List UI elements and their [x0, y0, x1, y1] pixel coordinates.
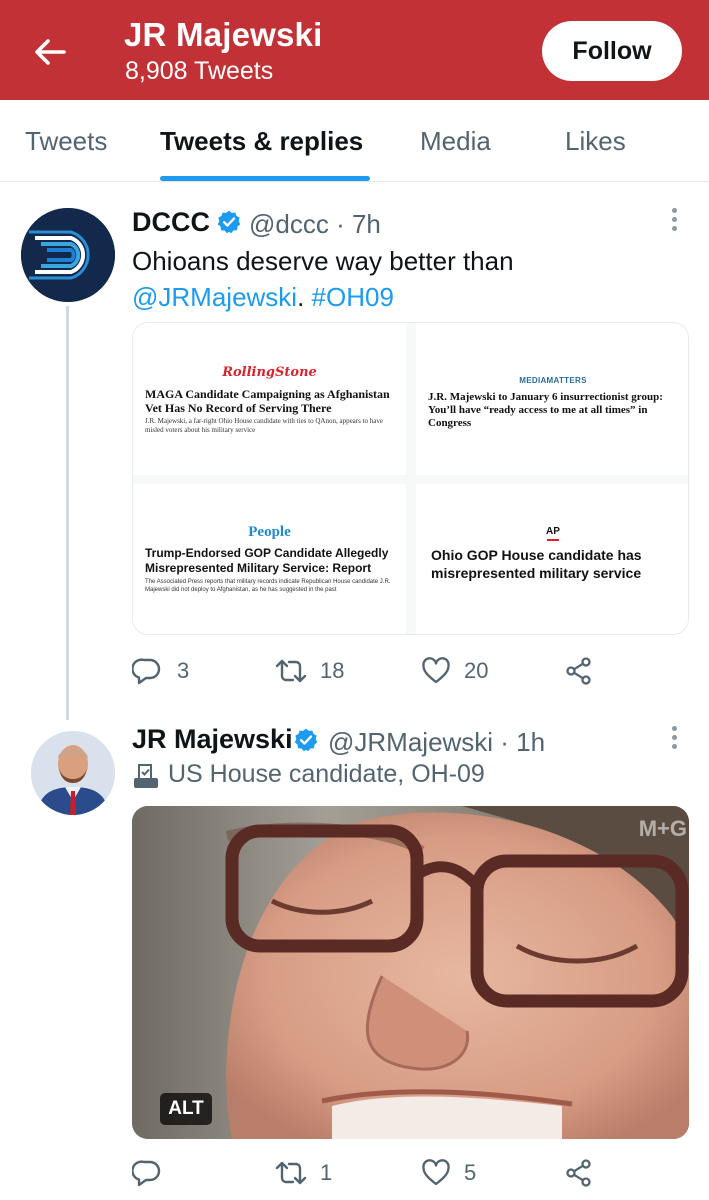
tweet-media-gif[interactable]: M+G ALT — [132, 806, 689, 1139]
alt-text-badge[interactable]: ALT — [160, 1093, 212, 1125]
tweet-actions: 1 5 — [132, 1154, 602, 1194]
active-tab-indicator — [160, 176, 370, 181]
heart-icon — [422, 657, 450, 684]
card-subhead: The Associated Press reports that milita… — [145, 579, 391, 593]
retweet-count: 18 — [320, 658, 345, 683]
author-name[interactable]: DCCC — [132, 207, 210, 238]
thread-connector-line — [66, 306, 69, 720]
share-icon — [566, 657, 591, 685]
card-headline: Trump-Endorsed GOP Candidate Allegedly M… — [145, 546, 389, 575]
profile-header: JR Majewski 8,908 Tweets Follow — [0, 0, 709, 100]
share-icon — [566, 1159, 591, 1187]
reply-icon — [132, 658, 161, 685]
author-handle-time[interactable]: @JRMajewski · 1h — [328, 727, 545, 758]
image-grid: RollingStone MAGA Candidate Campaigning … — [132, 322, 689, 635]
reply-count: 3 — [177, 658, 190, 683]
retweet-button[interactable]: 18 — [274, 652, 354, 692]
ballot-box-icon — [134, 764, 158, 788]
reply-button[interactable] — [132, 1154, 202, 1194]
image-rolling-stone[interactable]: RollingStone MAGA Candidate Campaigning … — [133, 323, 406, 475]
mention-link[interactable]: @JRMajewski — [132, 282, 297, 312]
back-arrow-icon[interactable] — [28, 30, 72, 74]
tweet-count: 8,908 Tweets — [125, 57, 274, 85]
publication-logo: MEDIAMATTERS — [519, 376, 587, 385]
more-options-icon[interactable] — [664, 724, 684, 754]
publication-logo: People — [248, 524, 291, 540]
publication-logo: AP — [546, 526, 560, 537]
image-people[interactable]: People Trump-Endorsed GOP Candidate Alle… — [133, 484, 406, 634]
like-count: 5 — [464, 1160, 477, 1185]
retweet-icon — [275, 1161, 307, 1185]
profile-tabs: Tweets Tweets & replies Media Likes — [0, 100, 709, 182]
card-headline: Ohio GOP House candidate has misrepresen… — [431, 547, 642, 581]
author-name[interactable]: JR Majewski — [132, 724, 293, 755]
image-ap[interactable]: AP Ohio GOP House candidate has misrepre… — [416, 484, 688, 634]
avatar-jr-majewski[interactable] — [31, 731, 115, 815]
verified-badge-icon — [294, 728, 318, 752]
like-button[interactable]: 20 — [421, 652, 501, 692]
like-count: 20 — [464, 658, 489, 683]
heart-icon — [422, 1159, 450, 1186]
more-options-icon[interactable] — [664, 206, 684, 236]
card-headline: J.R. Majewski to January 6 insurrectioni… — [428, 391, 663, 429]
image-media-matters[interactable]: MEDIAMATTERS J.R. Majewski to January 6 … — [416, 323, 688, 475]
tab-tweets-and-replies[interactable]: Tweets & replies — [160, 126, 363, 157]
retweet-count: 1 — [320, 1160, 333, 1185]
crying-face-image — [132, 806, 689, 1139]
follow-button[interactable]: Follow — [542, 21, 682, 81]
tab-media[interactable]: Media — [420, 126, 491, 157]
verified-badge-icon — [217, 210, 241, 234]
tweet-text-line-2: @JRMajewski. #OH09 — [132, 279, 692, 315]
hashtag-link[interactable]: #OH09 — [312, 282, 394, 312]
reply-icon — [132, 1160, 161, 1187]
text-separator: . — [297, 282, 305, 312]
card-subhead: J.R. Majewski, a far-right Ohio House ca… — [145, 417, 383, 434]
tweet-text: Ohioans deserve way better than @JRMajew… — [132, 243, 692, 315]
author-handle-time[interactable]: @dccc · 7h — [249, 209, 381, 240]
like-button[interactable]: 5 — [421, 1154, 501, 1194]
share-button[interactable] — [564, 1154, 594, 1194]
tab-tweets[interactable]: Tweets — [25, 126, 107, 157]
card-headline: MAGA Candidate Campaigning as Afghanista… — [145, 387, 390, 415]
avatar-dccc[interactable] — [21, 208, 115, 302]
gif-watermark: M+G — [638, 816, 687, 841]
publication-logo: RollingStone — [222, 365, 317, 380]
reply-button[interactable]: 3 — [132, 652, 202, 692]
candidate-label-text: US House candidate, OH-09 — [168, 760, 485, 788]
retweet-button[interactable]: 1 — [274, 1154, 354, 1194]
tab-likes[interactable]: Likes — [565, 126, 626, 157]
tweet-text-line: Ohioans deserve way better than — [132, 246, 514, 276]
profile-name: JR Majewski — [124, 16, 323, 53]
ap-logo-underline — [547, 539, 559, 541]
tweet-actions: 3 18 20 — [132, 652, 602, 692]
share-button[interactable] — [564, 652, 594, 692]
retweet-icon — [275, 659, 307, 683]
